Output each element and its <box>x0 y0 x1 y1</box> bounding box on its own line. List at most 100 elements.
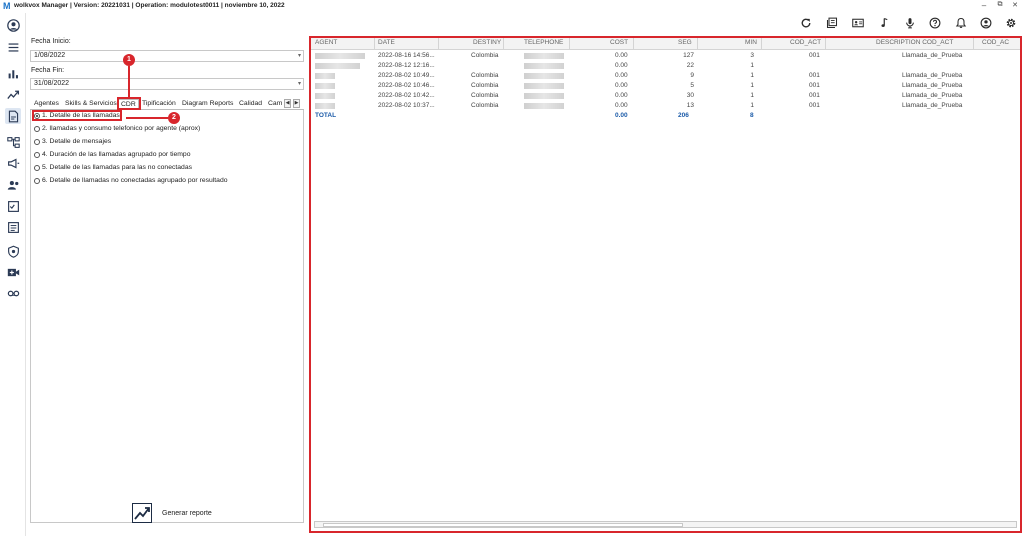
app-logo: M <box>3 1 11 11</box>
users-icon[interactable] <box>5 177 21 193</box>
report-tabs: Agentes Skills & Servicios CDR Tipificac… <box>30 98 304 110</box>
library-icon[interactable] <box>825 16 839 30</box>
cell-cost: 0.00 <box>615 102 628 109</box>
radio[interactable] <box>34 164 40 171</box>
table-row[interactable]: 2022-08-02 10:49... Colombia 0.00 9 1 001 Llam… <box>311 72 1020 80</box>
cell-date: 2022-08-02 10:42... <box>378 92 435 99</box>
grid-header: AGENT DATE DESTINY TELEPHONE COST SEG MI… <box>311 38 1020 50</box>
col-cost[interactable]: COST <box>610 39 628 46</box>
title-bar: M wolkvox Manager | Version: 20221031 | … <box>0 0 1024 13</box>
radio[interactable] <box>34 177 40 184</box>
trend-icon[interactable] <box>5 86 21 102</box>
report-option-6[interactable]: 6. Detalle de llamadas no conectadas agr… <box>34 177 228 184</box>
col-telephone[interactable]: TELEPHONE <box>524 39 563 46</box>
campaign-icon[interactable] <box>5 155 21 171</box>
total-seg: 206 <box>678 112 689 119</box>
report-option-label: 2. llamadas y consumo telefonico por age… <box>42 125 201 132</box>
report-option-3[interactable]: 3. Detalle de mensajes <box>34 138 111 145</box>
col-date[interactable]: DATE <box>378 39 395 46</box>
table-row[interactable]: 2022-08-02 10:42... Colombia 0.00 30 1 001 Lla… <box>311 92 1020 100</box>
redacted-agent <box>315 73 335 79</box>
col-seg[interactable]: SEG <box>678 39 692 46</box>
cell-destiny: Colombia <box>471 102 499 109</box>
close-button[interactable]: ✕ <box>1009 1 1021 9</box>
redacted-telephone <box>524 63 564 69</box>
table-row[interactable]: 2022-08-02 10:37... Colombia 0.00 13 1 001 Lla… <box>311 102 1020 110</box>
menu-icon[interactable] <box>5 39 21 55</box>
refresh-icon[interactable] <box>799 16 813 30</box>
cell-date: 2022-08-02 10:37... <box>378 102 435 109</box>
cell-cod: 001 <box>809 52 820 59</box>
cell-cost: 0.00 <box>615 62 628 69</box>
radio-selected[interactable] <box>34 112 40 119</box>
user-avatar-icon[interactable] <box>5 17 21 33</box>
col-min[interactable]: MIN <box>745 39 757 46</box>
generate-report-button[interactable]: Generar reporte <box>132 503 212 523</box>
col-agent[interactable]: AGENT <box>315 39 337 46</box>
radio[interactable] <box>34 125 40 132</box>
horizontal-scrollbar[interactable] <box>314 521 1017 528</box>
cell-seg: 13 <box>686 102 694 109</box>
cell-min: 3 <box>750 52 754 59</box>
shield-icon[interactable] <box>5 243 21 259</box>
tab-campanas[interactable]: Cam <box>268 99 282 110</box>
start-date-field[interactable]: 1/08/2022 ▾ <box>30 50 304 62</box>
microphone-icon[interactable] <box>903 16 917 30</box>
redacted-agent <box>315 83 335 89</box>
cell-cod: 001 <box>809 72 820 79</box>
cell-min: 1 <box>750 102 754 109</box>
checklist-icon[interactable] <box>5 198 21 214</box>
chevron-down-icon[interactable]: ▾ <box>298 51 301 61</box>
help-icon[interactable] <box>928 16 942 30</box>
reports-icon[interactable] <box>5 108 21 124</box>
left-navigation <box>0 13 26 536</box>
tab-scroll-left-icon[interactable]: ◀ <box>284 99 291 108</box>
cell-cod: 001 <box>809 82 820 89</box>
scrollbar-thumb[interactable] <box>323 523 683 527</box>
table-row[interactable]: 2022-08-12 12:16... 0.00 22 1 <box>311 62 1020 70</box>
tab-agentes[interactable]: Agentes <box>34 99 59 110</box>
report-options-panel: Fecha Inicio: 1/08/2022 ▾ Fecha Fin: 31/… <box>28 33 306 533</box>
hierarchy-icon[interactable] <box>5 134 21 150</box>
col-cod-act-2[interactable]: COD_AC <box>982 39 1009 46</box>
table-row[interactable]: 2022-08-02 10:46... Colombia 0.00 5 1 001 Llam… <box>311 82 1020 90</box>
cdr-tab-highlight <box>117 97 141 110</box>
generate-report-label: Generar reporte <box>162 509 212 517</box>
tab-scroll-right-icon[interactable]: ▶ <box>293 99 300 108</box>
chevron-down-icon[interactable]: ▾ <box>298 79 301 89</box>
report-option-1[interactable]: 1. Detalle de las llamadas <box>32 110 122 121</box>
settings-icon[interactable] <box>1004 16 1018 30</box>
col-destiny[interactable]: DESTINY <box>473 39 501 46</box>
tab-diagram-reports[interactable]: Diagram Reports <box>182 99 233 110</box>
bar-chart-icon[interactable] <box>5 65 21 81</box>
report-option-5[interactable]: 5. Detalle de las llamadas para las no c… <box>34 164 192 171</box>
cell-desc: Llamada_de_Prueba <box>902 72 963 79</box>
report-option-label: 1. Detalle de las llamadas <box>42 112 120 119</box>
cell-destiny: Colombia <box>471 92 499 99</box>
report-option-label: 6. Detalle de llamadas no conectadas agr… <box>42 177 228 184</box>
window-title: wolkvox Manager | Version: 20221031 | Op… <box>14 2 285 9</box>
table-row[interactable]: 2022-08-16 14:56... Colombia 0.00 127 3 001 Ll… <box>311 52 1020 60</box>
report-option-label: 5. Detalle de las llamadas para las no c… <box>42 164 192 171</box>
video-add-icon[interactable] <box>5 264 21 280</box>
minimize-button[interactable]: – <box>978 1 990 10</box>
total-row: TOTAL 0.00 206 8 <box>311 112 1020 120</box>
tab-calidad[interactable]: Calidad <box>239 99 262 110</box>
radio[interactable] <box>34 151 40 158</box>
restore-button[interactable]: ⧉ <box>994 1 1006 9</box>
radio[interactable] <box>34 138 40 145</box>
cell-cost: 0.00 <box>615 92 628 99</box>
music-note-icon[interactable] <box>878 16 892 30</box>
tab-tipificacion[interactable]: Tipificación <box>142 99 176 110</box>
tab-skills[interactable]: Skills & Servicios <box>65 99 117 110</box>
report-option-4[interactable]: 4. Duración de las llamadas agrupado por… <box>34 151 191 158</box>
col-cod-act[interactable]: COD_ACT <box>790 39 821 46</box>
end-date-field[interactable]: 31/08/2022 ▾ <box>30 78 304 90</box>
bell-icon[interactable] <box>954 16 968 30</box>
profile-icon[interactable] <box>979 16 993 30</box>
report-option-2[interactable]: 2. llamadas y consumo telefonico por age… <box>34 125 200 132</box>
col-description[interactable]: DESCRIPTION COD_ACT <box>876 39 953 46</box>
voicemail-icon[interactable] <box>5 285 21 301</box>
contact-card-icon[interactable] <box>851 16 865 30</box>
document-list-icon[interactable] <box>5 219 21 235</box>
